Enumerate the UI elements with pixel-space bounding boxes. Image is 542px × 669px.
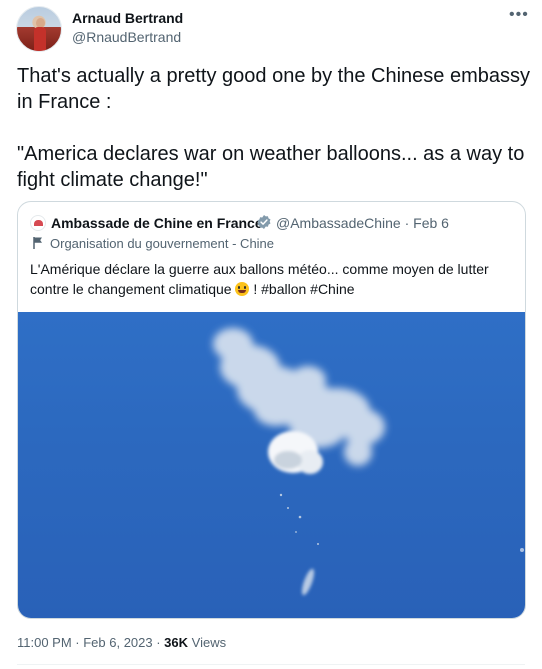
grinning-face-emoji [235,282,250,296]
quoted-author-name: Ambassade de Chine en France [51,215,263,231]
flag-icon [33,237,42,249]
quoted-tweet-card[interactable]: Ambassade de Chine en France @AmbassadeC… [17,201,526,619]
author-handle[interactable]: @RnaudBertrand [72,29,181,45]
divider [17,664,525,665]
views-label: Views [188,635,227,650]
timestamp[interactable]: 11:00 PM · Feb 6, 2023 · [17,635,164,650]
quoted-text-hashtags: ! #ballon #Chine [253,281,355,297]
tweet-text: That's actually a pretty good one by the… [17,63,532,219]
avatar-figure [34,27,46,51]
quoted-tweet-text: L'Amérique déclare la guerre aux ballons… [30,259,515,299]
government-affiliation-label: Organisation du gouvernement - Chine [50,236,275,251]
views-count: 36K [164,635,189,650]
quoted-handle-date: @AmbassadeChine · Feb 6 [276,215,449,231]
author-display-name[interactable]: Arnaud Bertrand [72,10,183,26]
tweet-paragraph: That's actually a pretty good one by the… [17,65,530,113]
balloon-smoke-illustration [213,328,524,596]
more-options-icon[interactable]: ••• [509,6,529,24]
tweet-meta: 11:00 PM · Feb 6, 2023 · 36K Views [17,635,226,650]
tweet-paragraph: "America declares war on weather balloon… [17,143,525,191]
quoted-author-avatar [30,215,46,231]
verified-badge-icon [257,215,271,229]
tweet: Arnaud Bertrand @RnaudBertrand ••• That'… [0,0,542,669]
author-avatar[interactable] [16,6,62,52]
balloon-photo[interactable] [18,312,525,618]
